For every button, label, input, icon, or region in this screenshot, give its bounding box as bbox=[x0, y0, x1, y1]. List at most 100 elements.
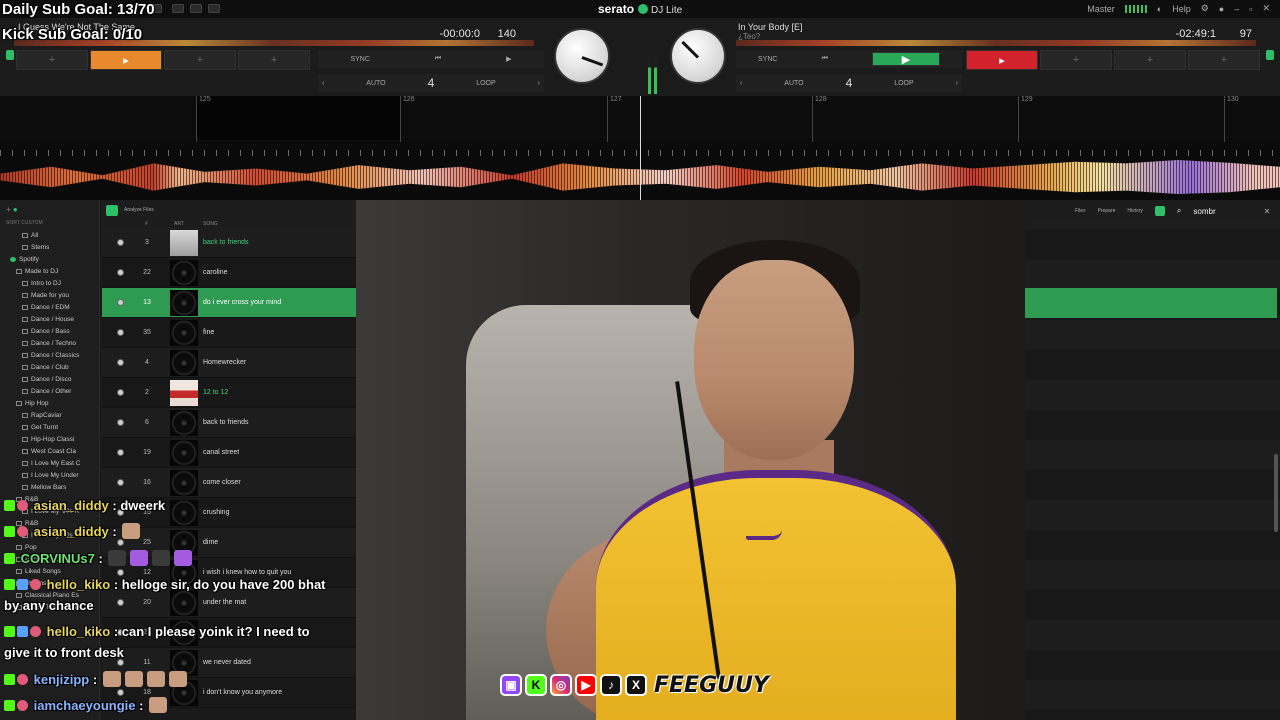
left-prev-icon[interactable]: ⏮ bbox=[435, 55, 441, 63]
maximize-icon[interactable]: ▫ bbox=[1249, 4, 1252, 14]
track-row[interactable]: 6 back to friends bbox=[102, 408, 356, 438]
spotify-filter-icon[interactable] bbox=[1154, 206, 1165, 216]
crate-item[interactable]: Made for you bbox=[0, 290, 99, 302]
webcam-head bbox=[694, 260, 854, 460]
search-input[interactable]: sombr bbox=[1193, 207, 1215, 216]
track-row[interactable]: 4 Homewrecker bbox=[102, 348, 356, 378]
right-sync-button[interactable]: SYNC bbox=[758, 56, 777, 63]
track-number: 4 bbox=[145, 359, 149, 366]
help-menu[interactable]: Help bbox=[1172, 4, 1191, 14]
track-artwork bbox=[170, 590, 198, 616]
track-row[interactable]: 19 canal street bbox=[102, 438, 356, 468]
close-icon[interactable]: ✕ bbox=[1262, 3, 1270, 14]
analyze-files-button[interactable]: Analyze Files bbox=[124, 207, 154, 213]
right-auto-button[interactable]: AUTO bbox=[784, 80, 803, 87]
track-status-icon bbox=[117, 479, 124, 486]
chat-emote-icon bbox=[174, 550, 193, 566]
track-row[interactable]: 2 12 to 12 bbox=[102, 378, 356, 408]
left-pad-4[interactable]: + bbox=[238, 50, 310, 70]
left-pad-2[interactable]: ▸ bbox=[90, 50, 162, 70]
right-deck-overview[interactable] bbox=[736, 40, 1256, 46]
left-sync-button[interactable]: SYNC bbox=[350, 56, 369, 63]
right-pad-2[interactable]: + bbox=[1040, 50, 1112, 70]
add-crate-icon[interactable]: + bbox=[6, 205, 11, 214]
fx-button[interactable] bbox=[190, 4, 202, 13]
track-artwork bbox=[170, 410, 198, 436]
right-loop-prev-icon[interactable]: ‹ bbox=[740, 80, 742, 87]
col-number[interactable]: # bbox=[145, 221, 148, 227]
crate-item[interactable]: Stems bbox=[0, 242, 99, 254]
track-row[interactable]: 22 caroline bbox=[102, 258, 356, 288]
right-play-button[interactable]: ▶ bbox=[871, 52, 940, 66]
minimize-icon[interactable]: – bbox=[1234, 4, 1239, 14]
right-platter[interactable] bbox=[670, 28, 726, 84]
right-loop-next-icon[interactable]: › bbox=[956, 80, 958, 87]
spotify-sync-icon[interactable]: ● bbox=[13, 205, 18, 214]
crate-item[interactable]: Mellow Bars bbox=[0, 482, 99, 494]
gear-icon[interactable]: ⚙ bbox=[1201, 3, 1209, 14]
history-tab[interactable]: History bbox=[1127, 208, 1143, 214]
left-platter[interactable] bbox=[554, 28, 610, 84]
right-pad-1[interactable]: ▸ bbox=[966, 50, 1038, 70]
crate-item[interactable]: I Love My Under bbox=[0, 470, 99, 482]
crate-item[interactable]: Dance / House bbox=[0, 314, 99, 326]
prepare-tab[interactable]: Prepare bbox=[1098, 208, 1116, 214]
right-pad-3[interactable]: + bbox=[1114, 50, 1186, 70]
left-play-icon[interactable]: ▶ bbox=[506, 55, 511, 63]
crate-item[interactable]: Dance / Club bbox=[0, 362, 99, 374]
crate-item[interactable]: Dance / Bass bbox=[0, 326, 99, 338]
track-row[interactable]: 13 do i ever cross your mind bbox=[102, 288, 356, 318]
left-auto-button[interactable]: AUTO bbox=[366, 80, 385, 87]
headphones-icon[interactable]: ◐ bbox=[1157, 4, 1162, 14]
chat-text: by any chance bbox=[4, 598, 94, 613]
right-pad-4[interactable]: + bbox=[1188, 50, 1260, 70]
right-prev-icon[interactable]: ⏮ bbox=[822, 55, 828, 63]
chat-user: asian_diddy bbox=[33, 524, 109, 539]
track-number: 3 bbox=[145, 239, 149, 246]
crate-icon bbox=[22, 484, 28, 490]
crate-item[interactable]: Dance / Classics bbox=[0, 350, 99, 362]
search-icon[interactable]: ⌕ bbox=[1177, 206, 1181, 216]
left-loop-next-icon[interactable]: › bbox=[538, 80, 540, 87]
track-row[interactable]: 3 back to friends bbox=[102, 228, 356, 258]
track-row[interactable]: 16 come closer bbox=[102, 468, 356, 498]
left-pad-1[interactable]: + bbox=[16, 50, 88, 70]
track-row[interactable]: 35 fine bbox=[102, 318, 356, 348]
beatgrid-area[interactable]: 125 126 127 128 129 130 bbox=[0, 96, 1280, 200]
view-toggle-icon[interactable] bbox=[106, 205, 118, 216]
right-loop-size[interactable]: 4 bbox=[846, 76, 853, 90]
settings-mini-button[interactable] bbox=[208, 4, 220, 13]
crate-item[interactable]: Spotify bbox=[0, 254, 99, 266]
crate-item[interactable]: Dance / EDM bbox=[0, 302, 99, 314]
crate-item[interactable]: Dance / Techno bbox=[0, 338, 99, 350]
account-icon[interactable]: ● bbox=[1219, 4, 1224, 14]
crate-item[interactable]: Dance / Disco bbox=[0, 374, 99, 386]
left-pad-3[interactable]: + bbox=[164, 50, 236, 70]
track-row[interactable]: 20 under the mat bbox=[102, 588, 356, 618]
right-loop-button[interactable]: LOOP bbox=[894, 80, 913, 87]
crate-item[interactable]: Intro to DJ bbox=[0, 278, 99, 290]
kick-badge-icon bbox=[4, 700, 15, 711]
crate-item[interactable]: Hip-Hop Classi bbox=[0, 434, 99, 446]
left-loop-prev-icon[interactable]: ‹ bbox=[322, 80, 324, 87]
crate-item[interactable]: I Love My East C bbox=[0, 458, 99, 470]
crate-item[interactable]: Dance / Other bbox=[0, 386, 99, 398]
crate-label: Stems bbox=[31, 244, 50, 251]
library-scrollbar[interactable] bbox=[1274, 454, 1278, 532]
col-art[interactable]: ART bbox=[174, 221, 184, 227]
left-loop-size[interactable]: 4 bbox=[428, 76, 435, 90]
col-song[interactable]: SONG bbox=[203, 221, 218, 227]
crate-item[interactable]: West Coast Cla bbox=[0, 446, 99, 458]
crate-item[interactable]: RapCaviar bbox=[0, 410, 99, 422]
crate-label: Dance / Disco bbox=[31, 376, 72, 383]
chat-text: : bbox=[139, 698, 144, 713]
crate-item[interactable]: Hip Hop bbox=[0, 398, 99, 410]
track-song: crushing bbox=[203, 509, 230, 516]
left-loop-button[interactable]: LOOP bbox=[476, 80, 495, 87]
mic-button[interactable] bbox=[172, 4, 184, 13]
crate-item[interactable]: Get Turnt bbox=[0, 422, 99, 434]
files-tab[interactable]: Files bbox=[1075, 208, 1086, 214]
crate-item[interactable]: All bbox=[0, 230, 99, 242]
crate-item[interactable]: Made to DJ bbox=[0, 266, 99, 278]
clear-search-icon[interactable]: ✕ bbox=[1264, 207, 1271, 216]
